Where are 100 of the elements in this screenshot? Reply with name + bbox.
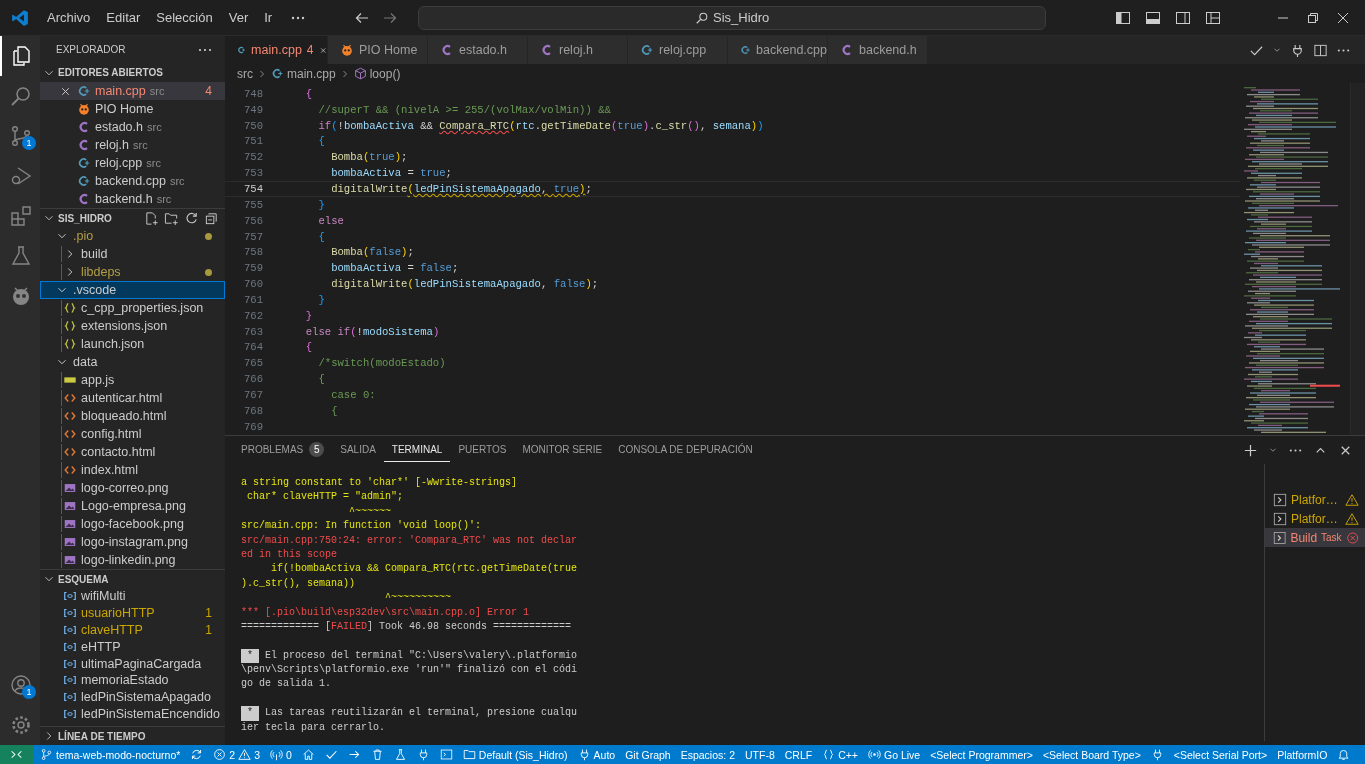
status-bar-item[interactable]: PlatformIO [1272,745,1333,764]
menu-item[interactable]: Selección [148,6,221,29]
file-tree-item[interactable]: autenticar.html [40,389,225,407]
file-tree-item[interactable]: bloqueado.html [40,407,225,425]
open-editor-item[interactable]: backend.h src [40,190,225,208]
open-editor-item[interactable]: estado.h src [40,118,225,136]
outline-item[interactable]: eHTTP [40,638,225,656]
terminal-list-item[interactable]: Build Task [1265,528,1365,547]
file-type-icon [77,84,91,98]
activity-item[interactable]: 1 [0,665,40,705]
new-folder-icon[interactable] [164,210,179,226]
plug-icon[interactable] [1290,42,1305,58]
file-tree-item[interactable]: build [40,245,225,263]
status-bar-item[interactable]: Auto [572,745,621,764]
panel-tab[interactable]: MONITOR SERIE [514,438,611,462]
outline-item[interactable]: ledPinSistemaEncendido [40,705,225,723]
menu-item[interactable]: Ir [256,6,281,29]
open-editor-item[interactable]: reloj.h src [40,136,225,154]
line-number: 756 [242,214,263,227]
editor-tab[interactable]: estado.h [428,36,528,64]
file-tree-item[interactable]: app.js [40,371,225,389]
file-tree-item[interactable]: extensions.json [40,317,225,335]
file-tree-item[interactable]: logo-linkedin.png [40,551,225,569]
menu-item[interactable]: Editar [98,6,149,29]
modified-dot [205,232,212,240]
panel-tab[interactable]: PROBLEMAS 5 [233,438,333,462]
file-tree-item[interactable]: logo-instagram.png [40,533,225,551]
activity-item[interactable]: 1 [0,116,40,156]
section-header[interactable]: SIS_HIDRO [40,208,225,227]
collapse-all-icon[interactable] [204,210,219,226]
editor-tab[interactable]: main.cpp 4 [225,36,328,64]
status-bar-item[interactable]: 2 3 [208,745,265,764]
open-editor-item[interactable]: reloj.cpp src [40,154,225,172]
line-number: 753 [242,167,263,180]
app-logo-icon [11,8,29,27]
outline-item[interactable]: claveHTTP 1 [40,621,225,639]
file-tree-item[interactable]: index.html [40,461,225,479]
editor-tab[interactable]: reloj.cpp [628,36,728,64]
section-header[interactable]: EDITORES ABIERTOS [40,63,225,82]
status-bar-item[interactable]: C++ [817,745,863,764]
status-bar-item[interactable]: UTF-8 [739,745,780,764]
terminal-list-item[interactable]: Platfor… [1265,490,1365,509]
open-editor-item[interactable]: main.cpp src 4 [40,82,225,100]
editor-tab[interactable]: backend.h [828,36,928,64]
status-bar-item[interactable]: <Select Programmer> [925,745,1038,764]
outline-item[interactable]: ledPinSistemaApagado [40,688,225,706]
status-bar-item[interactable]: <Select Board Type> [1037,745,1146,764]
file-tree-item[interactable]: logo-correo.png [40,479,225,497]
status-bar-item[interactable] [0,745,33,764]
panel-tab[interactable]: PUERTOS [450,438,515,462]
editor-tab[interactable]: reloj.h [528,36,628,64]
file-tree-item[interactable]: data [40,353,225,371]
file-tree-item[interactable]: contacto.html [40,443,225,461]
open-editor-item[interactable]: backend.cpp src [40,172,225,190]
panel-toggle-icon[interactable] [1145,9,1161,26]
split-editor-icon[interactable] [1313,42,1328,58]
command-center[interactable]: Sis_Hidro [418,5,1047,30]
file-tree-item[interactable]: launch.json [40,335,225,353]
outline-item[interactable]: ultimaPaginaCargada [40,655,225,672]
breadcrumb-item[interactable]: loop() [353,66,401,81]
secondary-sidebar-icon[interactable] [1175,9,1191,26]
menu-item[interactable]: Archivo [39,6,99,29]
file-tree-item[interactable]: logo-facebook.png [40,515,225,533]
file-tree-item[interactable]: Logo-empresa.png [40,497,225,515]
editor-tab[interactable]: PIO Home [328,36,428,64]
file-tree-item[interactable]: c_cpp_properties.json [40,299,225,317]
status-bar-item[interactable]: Git Graph [620,745,676,764]
outline-item[interactable]: wifiMulti [40,588,225,605]
outline-item[interactable]: usuarioHTTP 1 [40,604,225,622]
panel-tab[interactable]: CONSOLA DE DEPURACIÓN [610,438,761,462]
panel-tab[interactable]: SALIDA [332,438,384,462]
layout-icon[interactable] [1205,9,1221,26]
file-tree-item[interactable]: libdeps [40,263,225,281]
file-type-icon [63,463,77,477]
open-editor-item[interactable]: PIO Home [40,100,225,118]
new-file-icon[interactable] [144,210,159,226]
outline-item[interactable]: memoriaEstado [40,672,225,689]
refresh-icon[interactable] [184,210,199,226]
file-tree-item[interactable]: .pio [40,227,225,245]
add-icon[interactable] [1243,442,1258,458]
section-header[interactable]: ESQUEMA [40,569,225,588]
panel-tab[interactable]: TERMINAL [383,438,451,462]
status-bar-item[interactable]: CRLF [779,745,818,764]
breadcrumb-item[interactable]: src [237,66,253,81]
sidebar-toggle-icon[interactable] [1115,9,1131,26]
status-bar-item[interactable]: Default (Sis_Hidro) [457,745,573,764]
status-bar-item[interactable]: Espacios: 2 [675,745,740,764]
file-tree-item[interactable]: config.html [40,425,225,443]
file-type-icon [77,156,91,170]
status-bar-item[interactable]: tema-web-modo-nocturno* [35,745,186,764]
status-bar-item[interactable]: Go Live [863,745,926,764]
menu-item[interactable]: Ver [220,6,257,29]
scrollbar[interactable] [1350,83,1365,435]
breadcrumb-item[interactable]: main.cpp [271,66,336,81]
editor-tab[interactable]: backend.cpp [728,36,828,64]
status-bar-item[interactable]: <Select Serial Port> [1168,745,1273,764]
status-bar-item[interactable]: 0 [265,745,297,764]
file-tree-item[interactable]: .vscode [40,281,225,299]
notification-badge: 1 [22,685,36,699]
terminal-list-item[interactable]: Platfor… [1265,509,1365,528]
